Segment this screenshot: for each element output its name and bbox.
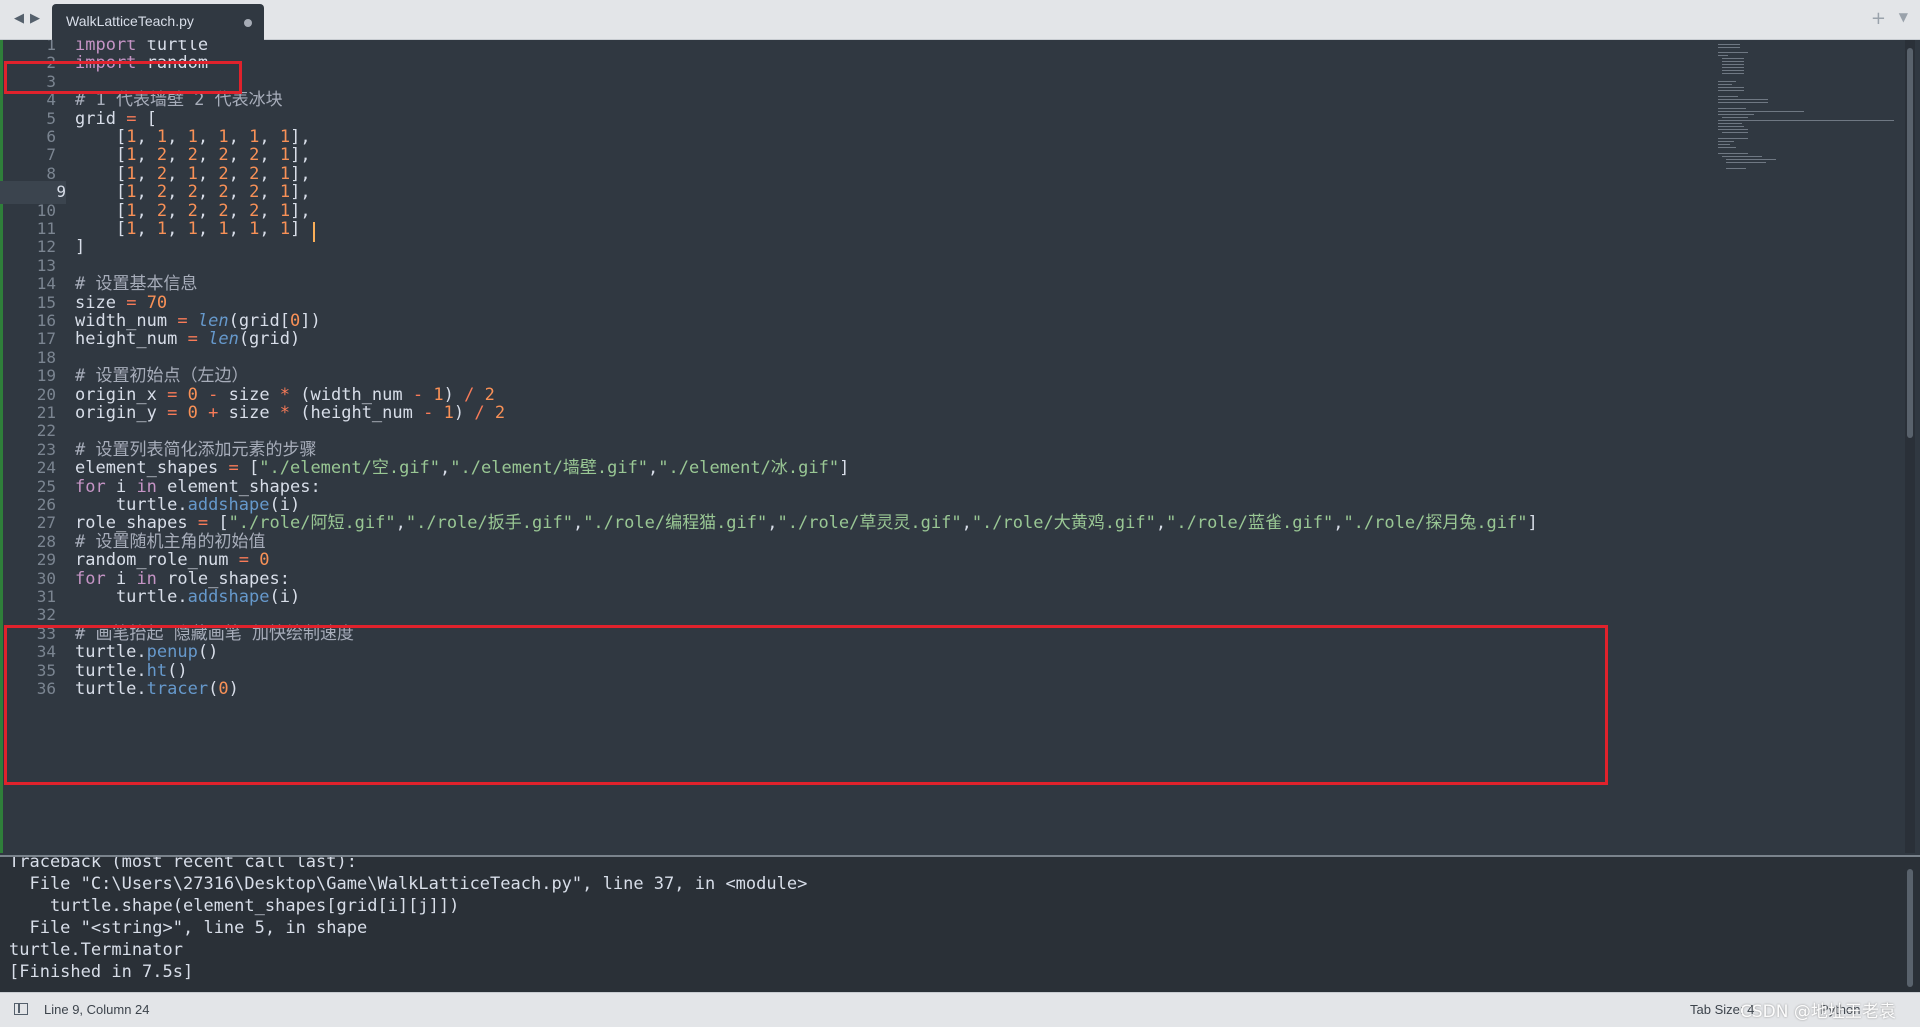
- code-token: /: [474, 403, 485, 423]
- highlight-box-lines-27-31: [4, 625, 1608, 785]
- tab-title: WalkLatticeTeach.py: [66, 13, 194, 29]
- code-token: 1: [249, 219, 260, 239]
- output-line: Traceback (most recent call last):: [9, 855, 357, 872]
- code-token: "./role/大黄鸡.gif": [971, 513, 1156, 534]
- code-token: (grid): [238, 329, 301, 350]
- code-token: addshape: [187, 587, 270, 607]
- tab-bar: ◀ ▶ WalkLatticeTeach.py + ▼: [0, 0, 1920, 40]
- output-line: File "<string>", line 5, in shape: [9, 918, 368, 938]
- code-token: ,: [1333, 513, 1344, 534]
- code-token: "./role/编程猫.gif": [583, 513, 768, 534]
- code-token: ,: [395, 513, 406, 534]
- code-token: "./role/扳手.gif": [405, 513, 573, 534]
- code-token: 1: [156, 219, 168, 239]
- code-token: ,: [228, 219, 250, 239]
- tab-list-dropdown-icon[interactable]: ▼: [1899, 10, 1908, 24]
- editor-scrollbar-thumb[interactable]: [1907, 48, 1913, 438]
- code-editor[interactable]: 1 2 3 4 5 6 7 8 9 10 11 12 13 14 15 16 17 18 19 20 21 22 23 24 2…: [0, 40, 1920, 853]
- code-token: "./role/探月兔.gif": [1343, 513, 1528, 534]
- code-line[interactable]: role_shapes = ["./role/阿短.gif","./role/扳…: [75, 512, 1538, 535]
- code-token: (height_num: [290, 403, 424, 423]
- code-token: ]: [839, 458, 850, 479]
- output-line: File "C:\Users\27316\Desktop\Game\WalkLa…: [9, 874, 808, 894]
- code-token: ,: [572, 513, 584, 534]
- code-token: turtle.: [75, 587, 188, 607]
- code-line[interactable]: [1, 1, 1, 1, 1, 1]: [75, 218, 300, 241]
- code-token: ]: [290, 219, 301, 239]
- code-token: -: [423, 403, 434, 423]
- new-tab-icon[interactable]: +: [1871, 8, 1886, 29]
- status-bar: Line 9, Column 24 Tab Size: 4 Python CSD…: [0, 992, 1920, 1027]
- cursor-position[interactable]: Line 9, Column 24: [44, 1002, 150, 1017]
- watermark: CSDN @地址王老袁: [1740, 1002, 1896, 1022]
- output-scrollbar-thumb[interactable]: [1907, 869, 1913, 987]
- code-token: 1: [218, 219, 229, 239]
- code-token: ,: [1155, 513, 1167, 534]
- code-token: ]: [1527, 513, 1538, 534]
- code-token: size: [218, 403, 280, 423]
- text-caret: [313, 222, 315, 242]
- code-token: ,: [648, 458, 659, 479]
- code-token: 2: [494, 403, 506, 423]
- highlight-box-line-2: [4, 61, 242, 94]
- output-line: [Finished in 7.5s]: [9, 962, 194, 982]
- code-token: ,: [767, 513, 778, 534]
- code-token: ,: [136, 219, 157, 239]
- back-arrow-icon[interactable]: ◀: [12, 10, 26, 28]
- code-token: len: [208, 329, 239, 350]
- forward-arrow-icon[interactable]: ▶: [28, 10, 42, 28]
- file-tab[interactable]: WalkLatticeTeach.py: [52, 4, 264, 40]
- code-token: height_num: [75, 329, 188, 350]
- output-line: turtle.Terminator: [9, 940, 183, 960]
- code-token: ,: [167, 219, 188, 239]
- code-token: "./role/蓝雀.gif": [1166, 513, 1334, 534]
- output-line: turtle.shape(element_shapes[grid[i][j]]): [9, 896, 460, 916]
- code-token: "./element/冰.gif": [658, 458, 840, 479]
- code-line[interactable]: ]: [75, 236, 85, 259]
- code-token: "./element/墙壁.gif": [450, 458, 649, 479]
- code-token: ): [453, 403, 475, 423]
- code-token: 1: [187, 219, 198, 239]
- panel-toggle-icon[interactable]: [14, 1003, 28, 1015]
- code-token: ,: [440, 458, 451, 479]
- code-token: =: [187, 329, 198, 350]
- code-token: *: [279, 403, 291, 423]
- code-token: +: [208, 403, 219, 423]
- unsaved-dot-icon[interactable]: [244, 19, 252, 27]
- code-line[interactable]: turtle.addshape(i): [75, 586, 300, 609]
- minimap[interactable]: [1712, 40, 1902, 180]
- code-token: 1: [126, 219, 137, 239]
- code-token: =: [167, 403, 178, 423]
- code-line[interactable]: height_num = len(grid): [75, 328, 300, 351]
- code-line[interactable]: origin_y = 0 + size * (height_num - 1) /…: [75, 402, 505, 425]
- code-token: ,: [259, 219, 280, 239]
- code-token: 1: [279, 219, 291, 239]
- code-token: "./role/草灵灵.gif": [777, 513, 962, 534]
- code-token: ,: [961, 513, 972, 534]
- code-token: ,: [197, 219, 219, 239]
- code-token: ]: [75, 237, 86, 258]
- code-token: origin_y: [75, 403, 168, 423]
- code-token: 0: [187, 403, 198, 423]
- build-output-panel[interactable]: Traceback (most recent call last): File …: [0, 855, 1920, 994]
- code-token: 1: [443, 403, 454, 423]
- code-token: ]): [300, 311, 321, 331]
- code-token: (i): [269, 587, 301, 607]
